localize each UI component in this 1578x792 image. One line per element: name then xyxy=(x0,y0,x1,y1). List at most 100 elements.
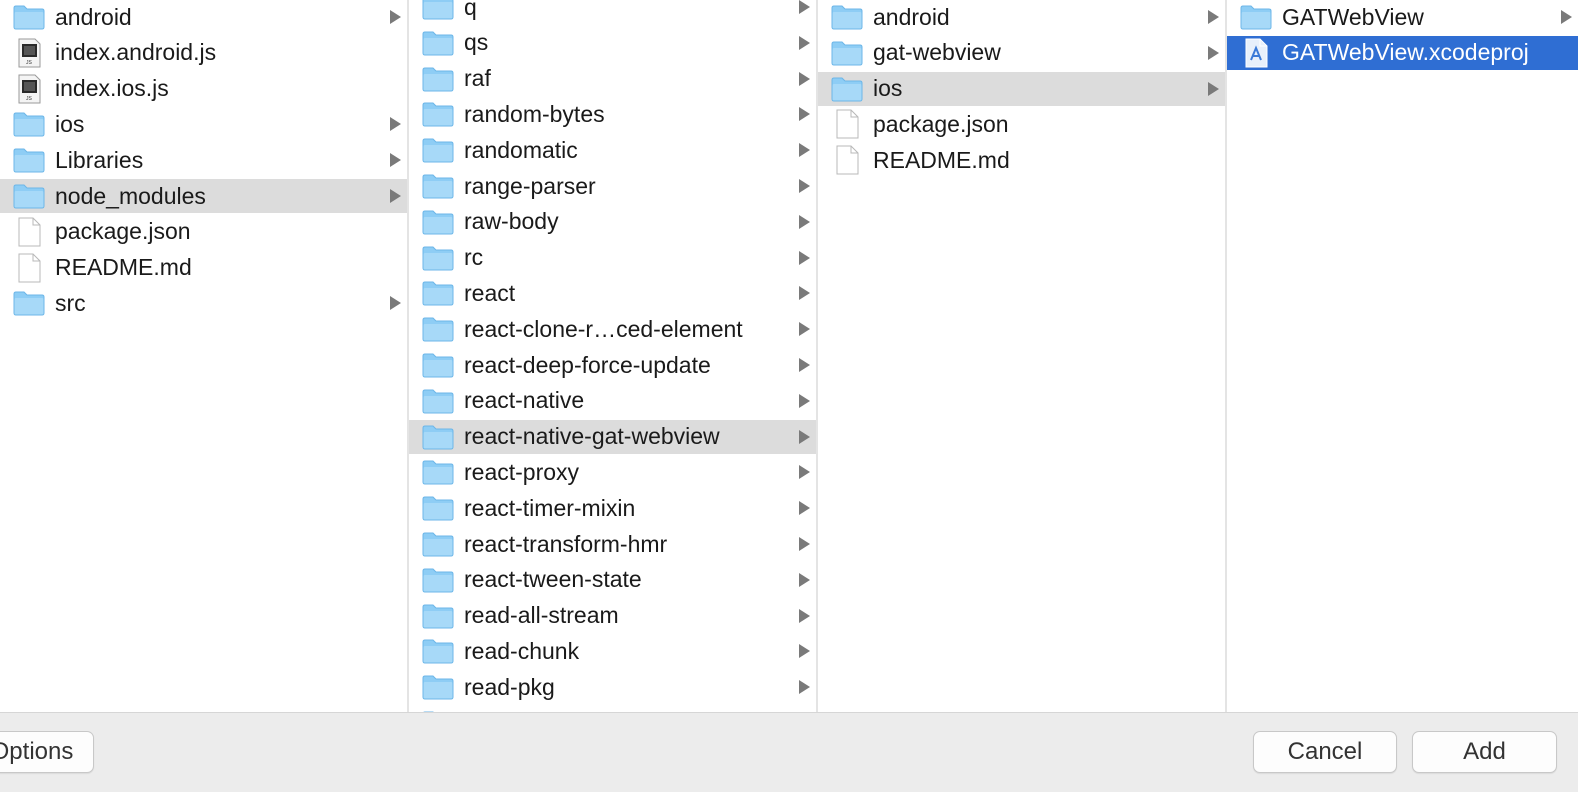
folder-row[interactable]: randomatic xyxy=(409,133,816,167)
folder-row[interactable]: react-deep-force-update xyxy=(409,348,816,382)
folder-icon xyxy=(830,40,864,66)
column-3[interactable]: android gat-webview ios package.json README.… xyxy=(818,0,1227,718)
row-label: qs xyxy=(464,29,489,56)
row-label: react-clone-r…ced-element xyxy=(464,315,743,342)
folder-icon xyxy=(421,567,455,593)
row-label: read-pkg xyxy=(464,673,555,700)
xcodeproj-icon xyxy=(1239,38,1273,68)
folder-row[interactable]: ios xyxy=(0,107,407,141)
folder-row[interactable]: read-all-stream xyxy=(409,599,816,633)
folder-row[interactable]: random-bytes xyxy=(409,97,816,131)
cancel-button-label: Cancel xyxy=(1287,738,1363,765)
disclosure-arrow-icon xyxy=(390,117,401,132)
row-label: package.json xyxy=(55,218,191,245)
row-label: react xyxy=(464,279,516,306)
disclosure-arrow-icon xyxy=(799,572,810,587)
folder-row[interactable]: react-native-gat-webview xyxy=(409,419,816,454)
disclosure-arrow-icon xyxy=(799,322,810,337)
disclosure-arrow-icon xyxy=(799,71,810,86)
column-1[interactable]: android JS index.android.js JS index.ios.js i… xyxy=(0,0,409,718)
folder-row[interactable]: range-parser xyxy=(409,169,816,203)
folder-row[interactable]: react xyxy=(409,276,816,310)
folder-icon xyxy=(12,183,46,209)
row-label: ios xyxy=(873,75,903,102)
folder-row[interactable]: read-chunk xyxy=(409,634,816,668)
folder-row[interactable]: android xyxy=(818,0,1225,34)
row-label: react-native xyxy=(464,387,585,414)
disclosure-arrow-icon xyxy=(799,0,810,14)
js-file-icon: JS xyxy=(12,38,46,68)
file-row[interactable]: JS index.android.js xyxy=(0,36,407,70)
file-row[interactable]: package.json xyxy=(0,215,407,249)
document-icon xyxy=(830,145,864,175)
file-row[interactable]: README.md xyxy=(0,251,407,285)
column-4[interactable]: GATWebView GATWebView.xcodeproj xyxy=(1227,0,1578,718)
folder-row[interactable]: gat-webview xyxy=(818,36,1225,70)
row-label: react-timer-mixin xyxy=(464,494,636,521)
disclosure-arrow-icon xyxy=(799,286,810,301)
column-2[interactable]: q qs raf random-bytes randomatic range-parser… xyxy=(409,0,818,718)
folder-row[interactable]: src xyxy=(0,286,407,320)
disclosure-arrow-icon xyxy=(799,107,810,122)
row-label: read-chunk xyxy=(464,637,580,664)
row-label: README.md xyxy=(55,254,192,281)
row-label: read-all-stream xyxy=(464,602,619,629)
file-row[interactable]: JS index.ios.js xyxy=(0,72,407,106)
row-label: android xyxy=(55,3,132,30)
disclosure-arrow-icon xyxy=(799,250,810,265)
disclosure-arrow-icon xyxy=(799,143,810,158)
options-button[interactable]: Options xyxy=(0,731,94,773)
folder-row[interactable]: raw-body xyxy=(409,205,816,239)
row-label: GATWebView.xcodeproj xyxy=(1282,39,1529,66)
row-label: react-native-gat-webview xyxy=(464,423,720,450)
disclosure-arrow-icon xyxy=(799,680,810,695)
svg-text:JS: JS xyxy=(26,60,33,66)
file-row[interactable]: package.json xyxy=(818,107,1225,141)
folder-icon xyxy=(12,147,46,173)
disclosure-arrow-icon xyxy=(799,608,810,623)
folder-icon xyxy=(421,352,455,378)
folder-row[interactable]: react-native xyxy=(409,384,816,418)
folder-icon xyxy=(830,4,864,30)
folder-row[interactable]: react-clone-r…ced-element xyxy=(409,312,816,346)
folder-row[interactable]: react-timer-mixin xyxy=(409,491,816,525)
row-label: raf xyxy=(464,65,491,92)
folder-row[interactable]: Libraries xyxy=(0,143,407,177)
folder-icon xyxy=(421,674,455,700)
disclosure-arrow-icon xyxy=(799,537,810,551)
folder-row[interactable]: android xyxy=(0,0,407,34)
disclosure-arrow-icon xyxy=(799,358,810,372)
row-label: ios xyxy=(55,110,85,137)
folder-row[interactable]: GATWebView xyxy=(1227,0,1578,34)
folder-row[interactable]: raf xyxy=(409,62,816,96)
folder-row[interactable]: node_modules xyxy=(0,179,407,213)
file-row[interactable]: README.md xyxy=(818,143,1225,177)
folder-row[interactable]: rc xyxy=(409,241,816,275)
folder-row[interactable]: react-transform-hmr xyxy=(409,527,816,561)
disclosure-arrow-icon xyxy=(1208,45,1219,60)
document-icon xyxy=(830,109,864,139)
folder-row[interactable]: react-tween-state xyxy=(409,563,816,597)
row-label: android xyxy=(873,3,950,30)
disclosure-arrow-icon xyxy=(799,214,810,229)
folder-icon xyxy=(421,137,455,163)
disclosure-arrow-icon xyxy=(799,179,810,193)
folder-row[interactable]: read-pkg xyxy=(409,670,816,704)
file-row[interactable]: GATWebView.xcodeproj xyxy=(1227,35,1578,70)
folder-icon xyxy=(421,424,455,450)
row-label: range-parser xyxy=(464,172,596,199)
folder-row[interactable]: q xyxy=(409,0,816,24)
folder-row[interactable]: react-proxy xyxy=(409,455,816,489)
disclosure-arrow-icon xyxy=(1208,10,1219,24)
folder-icon xyxy=(830,76,864,102)
folder-row[interactable]: ios xyxy=(818,71,1225,106)
cancel-button[interactable]: Cancel xyxy=(1253,731,1397,773)
folder-row[interactable]: qs xyxy=(409,26,816,60)
add-button[interactable]: Add xyxy=(1412,731,1557,773)
js-file-icon: JS xyxy=(12,74,46,104)
row-label: gat-webview xyxy=(873,39,1001,66)
folder-icon xyxy=(421,0,455,20)
folder-icon xyxy=(12,4,46,30)
disclosure-arrow-icon xyxy=(799,429,810,444)
disclosure-arrow-icon xyxy=(390,153,401,168)
